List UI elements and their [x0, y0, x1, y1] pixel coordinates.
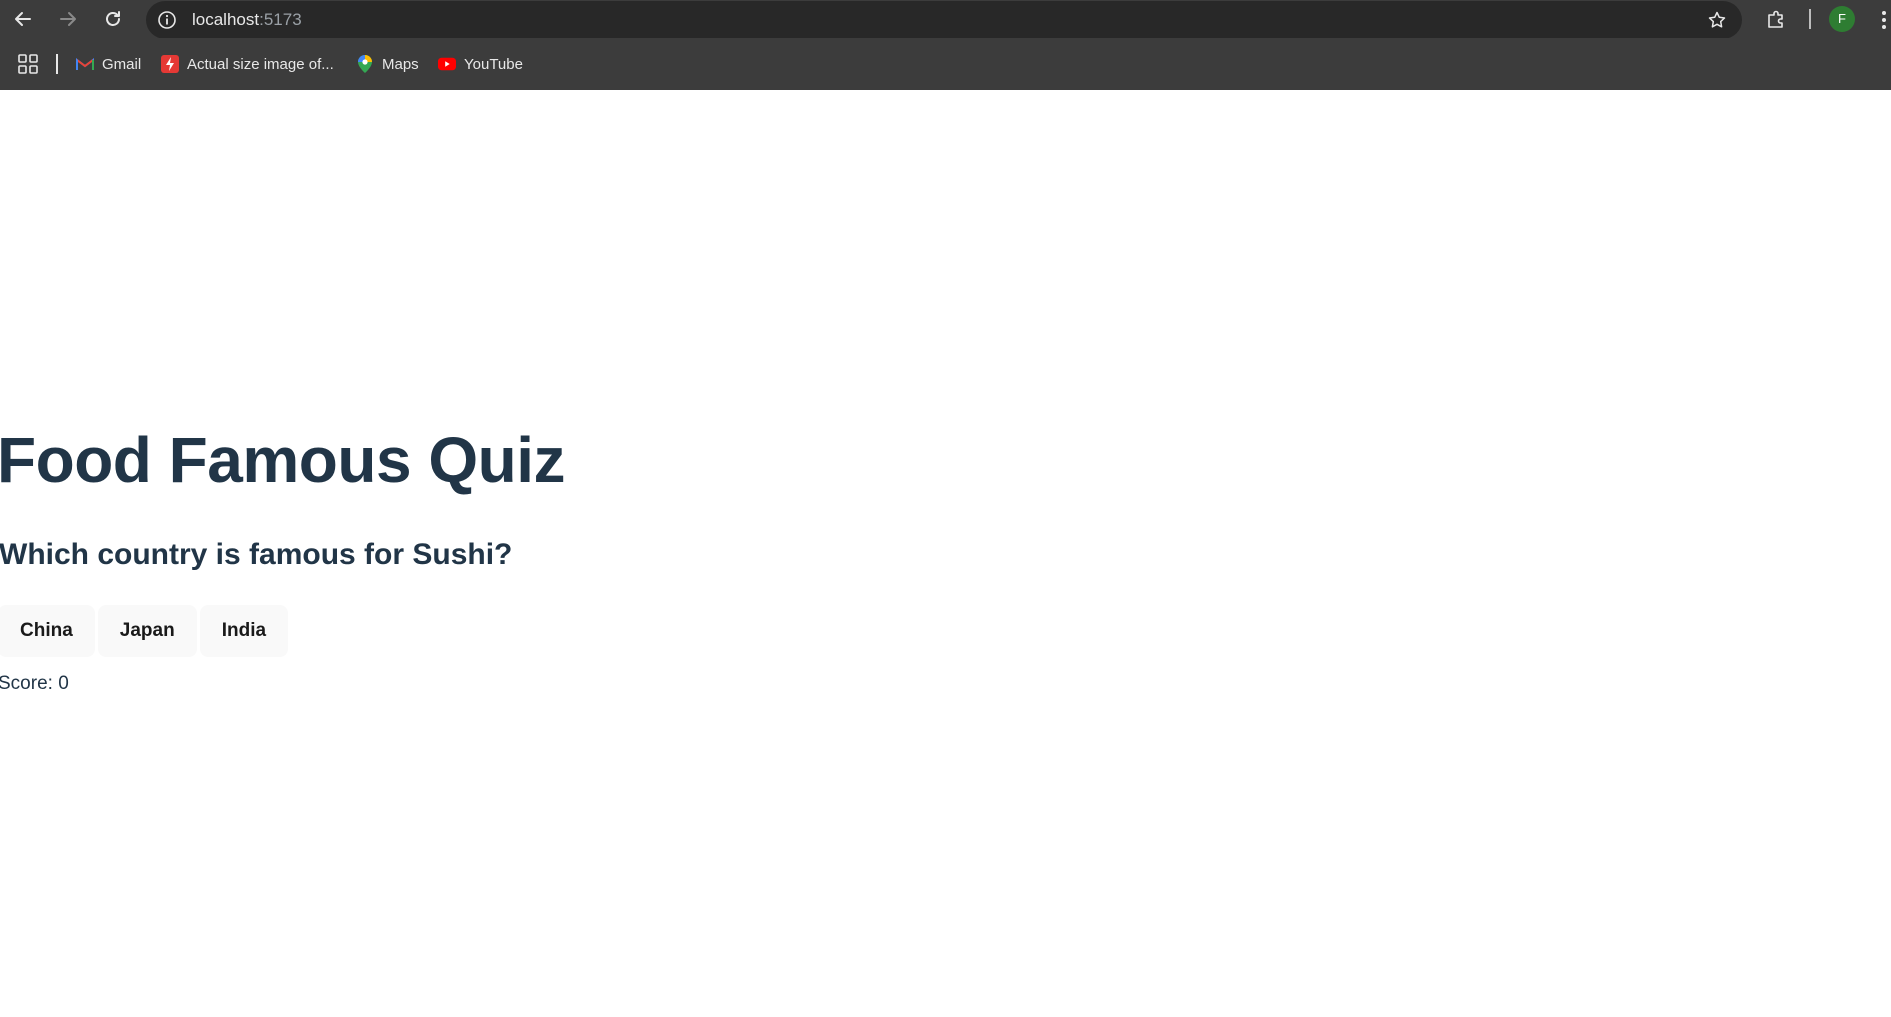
maps-pin-icon — [356, 55, 374, 73]
info-icon[interactable] — [156, 9, 178, 31]
url-port: :5173 — [259, 10, 302, 29]
arrow-left-icon — [15, 12, 31, 26]
reload-button[interactable] — [99, 5, 127, 33]
apps-grid-icon[interactable] — [17, 53, 39, 75]
bookmark-label: Gmail — [102, 55, 142, 73]
bookmarks-bar: Gmail Actual size image of... Maps YouTu… — [0, 38, 1891, 90]
kebab-menu-icon[interactable] — [1876, 7, 1891, 33]
browser-toolbar: localhost:5173 F — [0, 0, 1891, 39]
star-icon[interactable] — [1706, 9, 1728, 31]
page-content: Food Famous Quiz Which country is famous… — [0, 90, 1891, 1017]
url-text[interactable]: localhost:5173 — [192, 11, 302, 29]
arrow-right-icon — [60, 12, 76, 26]
score-text: Score: 0 — [0, 673, 69, 694]
bookmark-maps[interactable]: Maps — [356, 51, 419, 77]
address-bar[interactable]: localhost:5173 — [146, 1, 1742, 39]
answer-options: China Japan India — [0, 605, 289, 657]
bookmark-label: YouTube — [464, 55, 523, 73]
avatar[interactable]: F — [1829, 6, 1855, 32]
option-button-japan[interactable]: Japan — [97, 605, 197, 657]
url-host: localhost — [192, 10, 260, 29]
bookmarks-divider — [56, 54, 58, 74]
puzzle-icon[interactable] — [1762, 6, 1790, 34]
gmail-icon — [76, 55, 94, 73]
bolt-icon — [161, 55, 179, 73]
bookmark-youtube[interactable]: YouTube — [438, 51, 523, 77]
reload-icon — [106, 11, 120, 26]
bookmark-label: Actual size image of... — [187, 55, 334, 73]
forward-button[interactable] — [54, 5, 82, 33]
quiz-title: Food Famous Quiz — [0, 424, 565, 496]
option-button-india[interactable]: India — [199, 605, 289, 657]
bookmark-label: Maps — [382, 55, 419, 73]
youtube-icon — [438, 55, 456, 73]
bookmark-gmail[interactable]: Gmail — [76, 51, 141, 77]
bookmark-actual-size[interactable]: Actual size image of... — [161, 51, 334, 77]
question-text: Which country is famous for Sushi? — [0, 538, 513, 571]
back-button[interactable] — [9, 5, 37, 33]
option-button-china[interactable]: China — [0, 605, 95, 657]
toolbar-divider — [1809, 9, 1811, 29]
